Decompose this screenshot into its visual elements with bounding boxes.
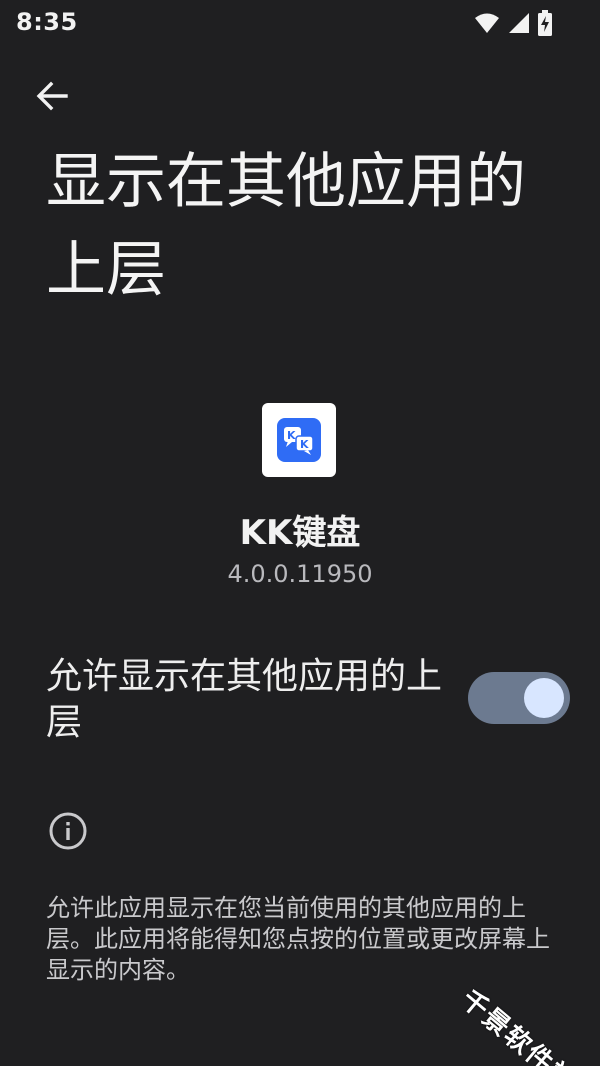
signal-icon <box>508 12 530 34</box>
status-icons <box>474 10 552 36</box>
permission-toggle-label: 允许显示在其他应用的上层 <box>46 656 443 743</box>
watermark: 千景软件站 <box>454 984 582 1066</box>
permission-toggle-row[interactable]: 允许显示在其他应用的上层 <box>0 652 600 752</box>
page-title: 显示在其他应用的上层 <box>46 147 526 305</box>
kk-keyboard-app-icon: K K <box>277 418 321 462</box>
arrow-left-icon <box>35 79 69 117</box>
battery-charging-icon <box>538 10 552 36</box>
svg-text:K: K <box>300 438 309 451</box>
permission-switch[interactable] <box>468 672 570 724</box>
app-name: KK键盘 <box>239 513 361 553</box>
switch-thumb <box>524 678 564 718</box>
app-version: 4.0.0.11950 <box>227 560 373 588</box>
back-button[interactable] <box>28 74 76 122</box>
svg-text:K: K <box>287 429 296 442</box>
screen: 8:35 显示在其他应用的上层 K K KK键盘 4.0.0.11950 允许显… <box>0 0 600 1066</box>
status-bar: 8:35 <box>0 0 600 48</box>
permission-description: 允许此应用显示在您当前使用的其他应用的上层。此应用将能得知您点按的位置或更改屏幕… <box>46 894 550 984</box>
info-icon <box>48 811 88 851</box>
wifi-icon <box>474 12 500 34</box>
app-icon: K K <box>262 403 336 477</box>
status-time: 8:35 <box>16 8 78 36</box>
